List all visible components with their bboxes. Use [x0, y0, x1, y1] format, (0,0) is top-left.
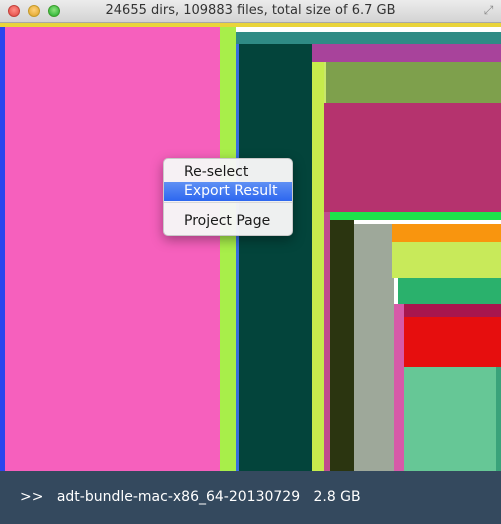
- status-path: adt-bundle-mac-x86_64-20130729: [56, 489, 301, 505]
- block-teal-top[interactable]: [236, 32, 501, 44]
- menu-item-export-result[interactable]: Export Result: [164, 182, 292, 201]
- block-lime[interactable]: [220, 27, 236, 471]
- block-olive[interactable]: [324, 62, 501, 103]
- block-magenta[interactable]: [324, 103, 501, 212]
- block-magenta[interactable]: [394, 304, 404, 471]
- block-purple-top[interactable]: [398, 304, 501, 317]
- block-lime[interactable]: [312, 44, 324, 471]
- treemap-canvas[interactable]: [0, 23, 501, 471]
- title-bar: 24655 dirs, 109883 files, total size of …: [0, 0, 501, 23]
- block-blue-strip[interactable]: [0, 27, 5, 471]
- block-dark-green[interactable]: [236, 44, 312, 471]
- block-main-pink[interactable]: [0, 27, 220, 471]
- menu-separator: [164, 202, 292, 203]
- block-jade[interactable]: [398, 278, 501, 304]
- block-yellow-green[interactable]: [392, 242, 501, 278]
- block-seafoam[interactable]: [404, 367, 496, 471]
- fullscreen-arrows-icon[interactable]: ⤢: [482, 4, 495, 17]
- context-menu: Re-select Export Result Project Page: [163, 158, 293, 236]
- block-orange[interactable]: [392, 224, 501, 242]
- status-bar: >> adt-bundle-mac-x86_64-20130729 2.8 GB: [0, 471, 501, 524]
- status-size: 2.8 GB: [313, 489, 361, 505]
- window-title: 24655 dirs, 109883 files, total size of …: [105, 3, 396, 18]
- status-text: >> adt-bundle-mac-x86_64-20130729 2.8 GB: [20, 489, 361, 505]
- menu-item-project-page[interactable]: Project Page: [164, 212, 292, 231]
- block-purple-top[interactable]: [312, 44, 501, 62]
- block-near-black[interactable]: [330, 220, 354, 471]
- status-prefix: >>: [20, 489, 44, 505]
- block-gray[interactable]: [354, 224, 394, 471]
- block-jade[interactable]: [496, 367, 501, 471]
- block-red[interactable]: [404, 317, 501, 367]
- block-yellow-top[interactable]: [0, 23, 501, 27]
- menu-item-reselect[interactable]: Re-select: [164, 163, 292, 182]
- block-bright-green[interactable]: [326, 212, 501, 220]
